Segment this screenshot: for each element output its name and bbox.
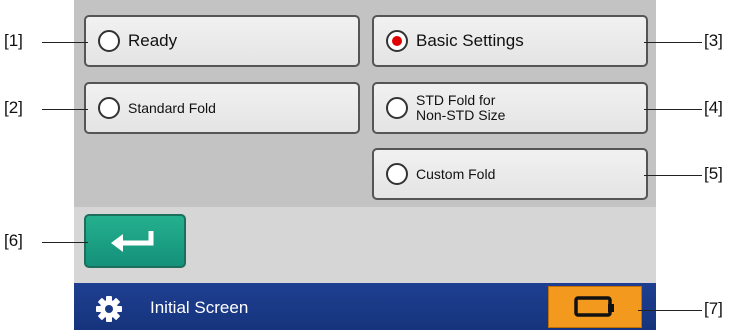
callout-6: [6] (4, 231, 23, 250)
standard-fold-button[interactable]: Standard Fold (84, 82, 360, 134)
callout-7: [7] (704, 299, 723, 318)
callout-1: [1] (4, 31, 23, 50)
std-fold-label-line2: Non-STD Size (416, 107, 506, 123)
footer-title: Initial Screen (150, 298, 249, 317)
callout-6-leader (42, 242, 88, 243)
custom-fold-label: Custom Fold (416, 165, 496, 182)
home-icon (574, 296, 614, 317)
custom-fold-button[interactable]: Custom Fold (372, 148, 648, 200)
return-arrow-icon (111, 231, 154, 252)
standard-fold-label: Standard Fold (128, 99, 216, 116)
basic-settings-button[interactable]: Basic Settings (372, 15, 648, 67)
std-fold-label: STD Fold for Non-STD Size (416, 93, 505, 123)
std-fold-radio (386, 97, 408, 119)
callout-7-leader (638, 310, 702, 311)
standard-fold-radio (98, 97, 120, 119)
home-button[interactable] (548, 286, 642, 328)
basic-settings-radio (386, 30, 408, 52)
return-button[interactable] (84, 214, 186, 268)
callout-3-leader (644, 42, 702, 43)
custom-fold-radio (386, 163, 408, 185)
callout-2: [2] (4, 98, 23, 117)
std-fold-non-std-size-button[interactable]: STD Fold for Non-STD Size (372, 82, 648, 134)
callout-5: [5] (704, 164, 723, 183)
callout-1-leader (42, 42, 88, 43)
ready-label: Ready (128, 31, 178, 50)
gear-icon (96, 296, 122, 322)
basic-settings-label: Basic Settings (416, 31, 524, 50)
callout-3: [3] (704, 31, 723, 50)
ready-button[interactable]: Ready (84, 15, 360, 67)
callout-4: [4] (704, 98, 723, 117)
selected-dot (392, 36, 402, 46)
callout-2-leader (42, 109, 88, 110)
ready-radio (98, 30, 120, 52)
std-fold-label-line1: STD Fold for (416, 92, 496, 108)
callout-4-leader (644, 109, 702, 110)
callout-5-leader (644, 175, 702, 176)
